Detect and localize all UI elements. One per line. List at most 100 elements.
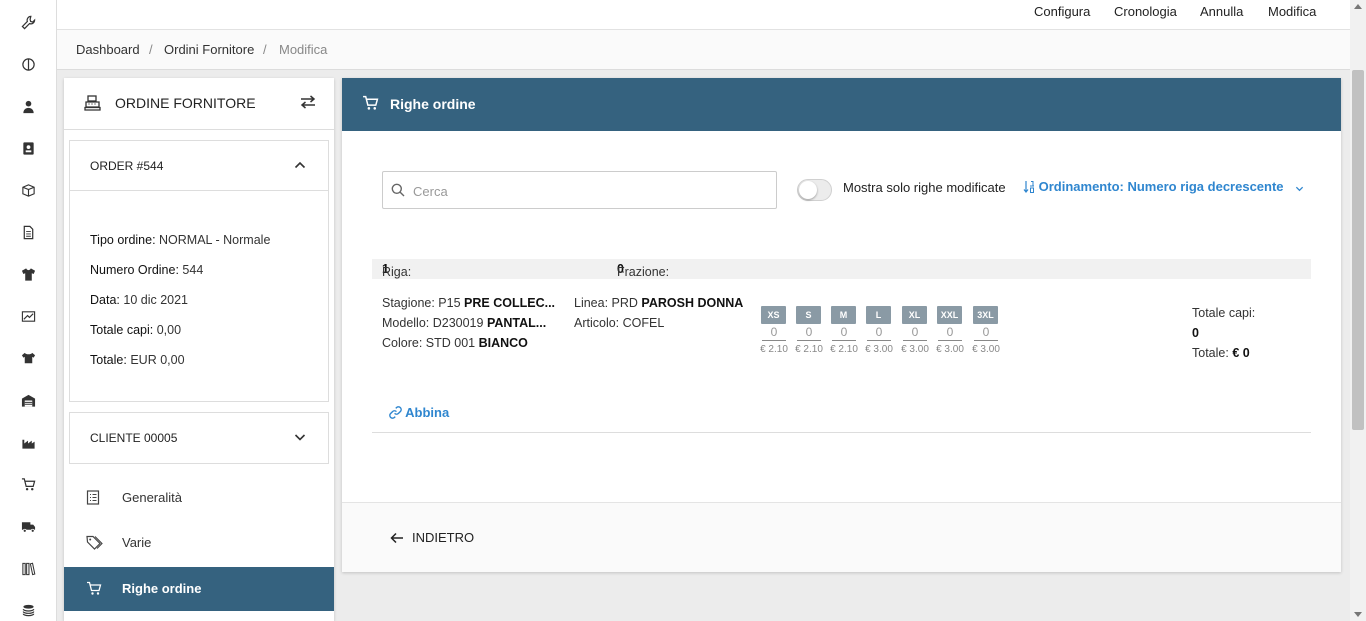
numero-ordine-value: 544 bbox=[182, 263, 204, 277]
totale-capi-number: 0 bbox=[1192, 326, 1199, 340]
nav-generalita[interactable]: Generalità bbox=[64, 476, 334, 520]
contact-card-icon[interactable] bbox=[19, 139, 37, 157]
linea-value: PAROSH DONNA bbox=[641, 296, 744, 310]
wrench-icon[interactable] bbox=[19, 13, 37, 31]
order-card-title: ORDER #544 bbox=[90, 159, 164, 173]
frazione-label: Frazione: bbox=[617, 265, 670, 279]
back-button[interactable]: INDIETRO bbox=[390, 530, 474, 545]
totale-label: Totale: bbox=[90, 353, 127, 367]
panel-footer: INDIETRO bbox=[342, 502, 1341, 572]
vertical-scrollbar[interactable] bbox=[1350, 0, 1366, 621]
order-panel-header: ORDINE FORNITORE bbox=[64, 78, 334, 130]
configura-button[interactable]: Configura bbox=[1034, 4, 1090, 19]
size-column-l: L 0 € 3.00 bbox=[865, 306, 893, 355]
colore-attr: Colore: STD 001 BIANCO bbox=[382, 336, 528, 350]
colore-label: Colore: STD 001 bbox=[382, 336, 476, 350]
abbina-link[interactable]: Abbina bbox=[389, 405, 449, 420]
size-badge: M bbox=[831, 306, 856, 324]
annulla-button[interactable]: Annulla bbox=[1200, 4, 1243, 19]
numero-ordine-row: Numero Ordine: 544 bbox=[90, 263, 203, 277]
size-quantity-input[interactable]: 0 bbox=[867, 325, 891, 341]
swap-arrows-icon[interactable] bbox=[300, 95, 316, 112]
size-badge: XL bbox=[902, 306, 927, 324]
tshirt-icon[interactable] bbox=[19, 265, 37, 283]
breadcrumb-ordini-fornitore[interactable]: Ordini Fornitore bbox=[164, 42, 254, 57]
linea-label: Linea: PRD bbox=[574, 296, 638, 310]
client-card[interactable]: CLIENTE 00005 bbox=[69, 412, 329, 464]
size-price: € 2.10 bbox=[760, 344, 788, 355]
shirt-box-icon[interactable] bbox=[19, 349, 37, 367]
riga-info: Riga: 1 bbox=[382, 262, 411, 279]
scroll-down-arrow-icon[interactable] bbox=[1354, 612, 1362, 617]
cart-icon[interactable] bbox=[19, 475, 37, 493]
icon-rail bbox=[0, 0, 57, 621]
size-quantity-input[interactable]: 0 bbox=[974, 325, 998, 341]
order-card-header[interactable]: ORDER #544 bbox=[70, 141, 328, 191]
order-lines-title: Righe ordine bbox=[390, 96, 476, 112]
size-badge: L bbox=[866, 306, 891, 324]
totale-line: Totale: € 0 bbox=[1192, 346, 1250, 360]
truck-icon[interactable] bbox=[19, 517, 37, 535]
modifica-button[interactable]: Modifica bbox=[1268, 4, 1316, 19]
client-card-header[interactable]: CLIENTE 00005 bbox=[70, 413, 328, 463]
nav-varie[interactable]: Varie bbox=[64, 521, 334, 565]
link-icon bbox=[389, 405, 402, 420]
scroll-up-arrow-icon[interactable] bbox=[1354, 4, 1362, 9]
list-document-icon bbox=[86, 490, 100, 508]
order-lines-header: Righe ordine bbox=[342, 78, 1341, 131]
modified-rows-toggle[interactable] bbox=[797, 179, 832, 201]
size-column-xxl: XXL 0 € 3.00 bbox=[936, 306, 964, 355]
data-value: 10 dic 2021 bbox=[123, 293, 189, 307]
riga-label: Riga: bbox=[382, 265, 412, 279]
size-price: € 2.10 bbox=[830, 344, 858, 355]
nav-righe-ordine-label: Righe ordine bbox=[122, 581, 202, 596]
tipo-ordine-value: NORMAL - Normale bbox=[159, 233, 271, 247]
client-card-title: CLIENTE 00005 bbox=[90, 431, 178, 445]
size-price: € 3.00 bbox=[936, 344, 964, 355]
size-column-3xl: 3XL 0 € 3.00 bbox=[972, 306, 1000, 355]
coins-icon[interactable] bbox=[19, 601, 37, 619]
totale-capi-row: Totale capi: 0,00 bbox=[90, 323, 181, 337]
cronologia-button[interactable]: Cronologia bbox=[1114, 4, 1177, 19]
frazione-info: Frazione: 0 bbox=[617, 262, 669, 279]
order-line-header-bar: Riga: 1 Frazione: 0 bbox=[372, 259, 1311, 279]
breadcrumb-dashboard[interactable]: Dashboard bbox=[76, 42, 140, 57]
size-column-s: S 0 € 2.10 bbox=[795, 306, 823, 355]
chevron-down-icon[interactable] bbox=[294, 431, 306, 446]
cash-register-icon bbox=[84, 95, 101, 114]
compass-icon[interactable] bbox=[19, 55, 37, 73]
box-icon[interactable] bbox=[19, 181, 37, 199]
cart-icon bbox=[362, 95, 379, 114]
size-quantity-input[interactable]: 0 bbox=[797, 325, 821, 341]
breadcrumb: Dashboard / Ordini Fornitore / Modifica bbox=[57, 30, 1350, 70]
sort-dropdown[interactable]: Ordinamento: Numero riga decrescente bbox=[1023, 179, 1304, 194]
size-quantity-input[interactable]: 0 bbox=[832, 325, 856, 341]
search-input[interactable] bbox=[413, 181, 763, 201]
size-quantity-input[interactable]: 0 bbox=[938, 325, 962, 341]
document-icon[interactable] bbox=[19, 223, 37, 241]
scrollbar-thumb[interactable] bbox=[1352, 70, 1364, 430]
nav-generalita-label: Generalità bbox=[122, 490, 182, 505]
cash-register-icon[interactable] bbox=[19, 307, 37, 325]
stagione-label: Stagione: P15 bbox=[382, 296, 461, 310]
chevron-up-icon[interactable] bbox=[294, 159, 306, 174]
size-column-xl: XL 0 € 3.00 bbox=[901, 306, 929, 355]
size-badge: XS bbox=[761, 306, 786, 324]
books-icon[interactable] bbox=[19, 559, 37, 577]
stagione-value: PRE COLLEC... bbox=[464, 296, 556, 310]
size-column-m: M 0 € 2.10 bbox=[830, 306, 858, 355]
size-quantity-input[interactable]: 0 bbox=[762, 325, 786, 341]
breadcrumb-separator: / bbox=[263, 42, 267, 57]
order-card: ORDER #544 Tipo ordine: NORMAL - Normale… bbox=[69, 140, 329, 402]
tipo-ordine-label: Tipo ordine: bbox=[90, 233, 156, 247]
user-tie-icon[interactable] bbox=[19, 97, 37, 115]
abbina-label: Abbina bbox=[405, 405, 450, 420]
top-action-bar: Configura Cronologia Annulla Modifica bbox=[57, 0, 1350, 30]
nav-righe-ordine[interactable]: Righe ordine bbox=[64, 567, 334, 611]
colore-value: BIANCO bbox=[478, 336, 528, 350]
factory-icon[interactable] bbox=[19, 433, 37, 451]
size-quantity-input[interactable]: 0 bbox=[903, 325, 927, 341]
search-icon bbox=[391, 183, 405, 200]
totale-capi-label: Totale capi: bbox=[1192, 306, 1256, 320]
warehouse-icon[interactable] bbox=[19, 391, 37, 409]
